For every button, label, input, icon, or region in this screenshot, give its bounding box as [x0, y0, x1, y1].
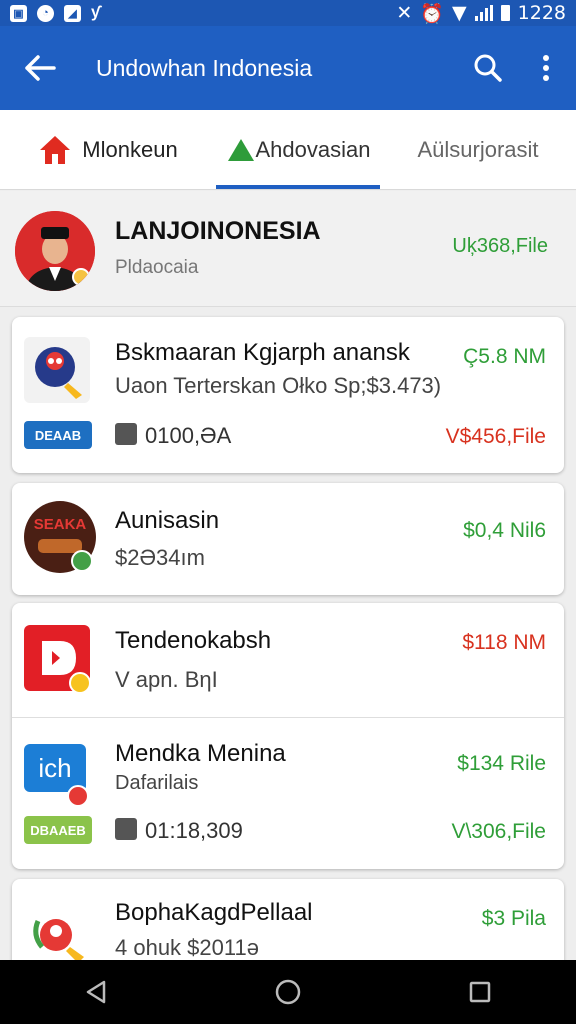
ich-logo-text: ich: [38, 753, 71, 783]
alarm-icon: ⏰: [420, 2, 445, 25]
wallet-value: 0100,ƏA: [145, 423, 232, 448]
secondary-amount: V$456,File: [445, 425, 546, 448]
profile-subtitle: Pldaocaia: [115, 257, 199, 278]
page-title: Undowhan Indonesia: [96, 54, 313, 81]
search-icon: [474, 54, 502, 82]
system-nav-bar: [0, 960, 576, 1024]
nav-recents-icon: [469, 981, 491, 1003]
back-button[interactable]: [0, 26, 80, 110]
triangle-icon: [227, 138, 254, 161]
tab-label: Aülsurjorasit: [417, 136, 539, 162]
transaction-title: Tendenokabsh: [115, 627, 272, 654]
food-icon: SEAKA: [24, 501, 96, 573]
arrow-back-icon: [25, 55, 56, 81]
list-item[interactable]: Tendenokabsh V apn. BηI $118 NM: [12, 603, 564, 717]
transaction-amount: Ç5.8 NM: [463, 345, 546, 368]
transaction-amount: $3 Pila: [481, 907, 546, 930]
avatar[interactable]: [15, 211, 95, 291]
transaction-subtitle: 4 ohuk $2011ə: [115, 935, 259, 960]
transaction-card[interactable]: SEAKA Aunisasin $2Ə34ım $0,4 Nil6: [12, 483, 564, 595]
search-button[interactable]: [460, 26, 516, 110]
transaction-title: Aunisasin: [115, 507, 220, 534]
transaction-subtitle: V apn. BηI: [115, 667, 218, 692]
app-icon: [24, 337, 90, 403]
app-icon: SEAKA: [24, 501, 96, 573]
nav-back-button[interactable]: [66, 962, 126, 1022]
status-badge: DEAAB: [24, 421, 92, 449]
home-icon: [40, 135, 71, 164]
nav-recents-button[interactable]: [450, 962, 510, 1022]
nav-back-icon: [86, 980, 106, 1004]
transaction-title: Bskmaaran Kgjarph anansk: [115, 339, 410, 366]
tab-label: Ahdovasian: [255, 136, 371, 162]
transaction-card[interactable]: Bskmaaran Kgjarph anansk Uaon Terterskan…: [12, 317, 564, 473]
food-icon-text: SEAKA: [34, 516, 87, 533]
transaction-amount: $0,4 Nil6: [463, 519, 546, 542]
transaction-title: BophaKagdPellaal: [115, 899, 313, 926]
wallet-value: 01:18,309: [145, 818, 243, 843]
status-bar: ▣ ◔ ◢ ƴ ✕ ⏰ ▼ 1228: [0, 0, 576, 26]
transaction-subtitle: Uaon Terterskan Ołko Sp;$3.473): [115, 373, 442, 398]
profile-name: LANJOINONESIA: [115, 217, 321, 245]
status-badge: DBAAEB: [24, 816, 92, 844]
wallet-icon: [115, 818, 137, 840]
nav-home-icon: [275, 979, 301, 1005]
app-icon: [24, 625, 91, 694]
status-time: 1228: [517, 2, 566, 24]
secondary-amount: V\306,File: [451, 820, 546, 843]
signal-icon: [474, 5, 493, 21]
transaction-title: Mendka Menina: [115, 740, 286, 767]
usb-icon: ƴ: [91, 4, 100, 21]
person-photo-icon: [15, 211, 95, 291]
profile-amount: Uķ368,File: [452, 235, 548, 257]
tab-home[interactable]: Mlonkeun: [0, 110, 216, 189]
tab-third[interactable]: Aülsurjorasit: [380, 110, 576, 189]
gallery-icon: ▣: [10, 4, 27, 22]
transaction-amount: $118 NM: [462, 631, 546, 654]
ich-logo-icon: ich: [38, 753, 89, 807]
app-icon: ich: [24, 744, 89, 807]
bluetooth-icon: ✕: [396, 2, 413, 24]
mascot-icon: [35, 347, 82, 399]
list-item[interactable]: ich Mendka Menina Dafarilais $134 Rile D…: [12, 718, 564, 869]
tab-active[interactable]: Ahdovasian: [216, 110, 380, 189]
more-vert-icon: [543, 55, 549, 81]
sync-icon: ◔: [37, 4, 54, 22]
transaction-card[interactable]: Tendenokabsh V apn. BηI $118 NM ich Mend…: [12, 603, 564, 869]
wallet-icon: [115, 423, 137, 445]
more-options-button[interactable]: [516, 26, 576, 110]
app-bar: Undowhan Indonesia: [0, 26, 576, 110]
transaction-amount: $134 Rile: [457, 752, 546, 775]
transaction-subtitle: Dafarilais: [115, 772, 199, 794]
tab-label: Mlonkeun: [82, 136, 178, 162]
battery-icon: [500, 5, 510, 21]
profile-header: LANJOINONESIA Pldaocaia Uķ368,File: [0, 191, 576, 307]
nav-home-button[interactable]: [258, 962, 318, 1022]
d-logo-icon: [42, 641, 91, 694]
tab-bar: Mlonkeun Ahdovasian Aülsurjorasit: [0, 110, 576, 190]
wifi-icon: ▼: [452, 2, 467, 24]
app-icon: [24, 901, 90, 967]
image-icon: ◢: [64, 4, 81, 22]
transaction-subtitle: $2Ə34ım: [115, 545, 205, 570]
